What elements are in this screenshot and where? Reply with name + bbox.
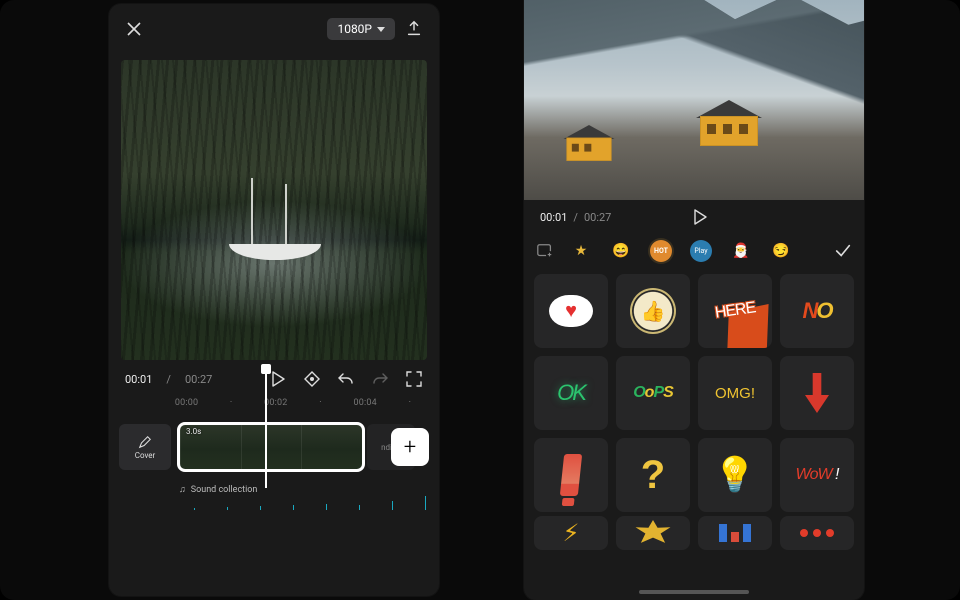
time-separator: / bbox=[573, 211, 578, 224]
preview-mountain bbox=[524, 0, 864, 120]
cat-star-icon[interactable]: ★ bbox=[568, 238, 594, 264]
cat-play-icon[interactable]: Play bbox=[688, 238, 714, 264]
time-current: 00:01 bbox=[125, 373, 152, 386]
playback-controls: 00:01 / 00:27 bbox=[109, 360, 439, 394]
video-preview-2[interactable] bbox=[524, 0, 864, 200]
sticker-question[interactable]: ? bbox=[616, 438, 690, 512]
resolution-label: 1080P bbox=[337, 22, 372, 36]
sticker-bolt[interactable]: ⚡ bbox=[534, 516, 608, 550]
cat-emoji-icon[interactable]: 😄 bbox=[608, 238, 634, 264]
video-clip[interactable]: 3.0s bbox=[177, 422, 365, 472]
resolution-button[interactable]: 1080P bbox=[327, 18, 395, 40]
waveform bbox=[179, 494, 427, 510]
sticker-phone: 00:01 / 00:27 ★ 😄 HOT Play 🎅 😏 HERE NO O… bbox=[524, 0, 864, 600]
home-indicator[interactable] bbox=[639, 590, 749, 594]
stage: 1080P 00:01 / 00:27 bbox=[0, 0, 960, 600]
preview-image bbox=[121, 60, 427, 360]
cat-misc-icon[interactable]: 😏 bbox=[768, 238, 794, 264]
sticker-oops[interactable]: OoPS bbox=[616, 356, 690, 430]
sticker-dots[interactable] bbox=[780, 516, 854, 550]
sticker-categories: ★ 😄 HOT Play 🎅 😏 bbox=[524, 234, 864, 270]
sticker-grid-partial: ⚡ bbox=[524, 512, 864, 550]
undo-icon[interactable] bbox=[337, 370, 355, 388]
sticker-ok[interactable]: OK bbox=[534, 356, 608, 430]
cat-hot-icon[interactable]: HOT bbox=[648, 238, 674, 264]
keyframe-icon[interactable] bbox=[303, 370, 321, 388]
ruler-dot: · bbox=[319, 398, 322, 408]
fullscreen-icon[interactable] bbox=[405, 370, 423, 388]
play-icon[interactable] bbox=[269, 370, 287, 388]
sticker-here[interactable]: HERE bbox=[698, 274, 772, 348]
add-clip-button[interactable]: + bbox=[391, 428, 429, 466]
sticker-nice-thumbs[interactable] bbox=[616, 274, 690, 348]
audio-track[interactable]: ♫ Sound collection bbox=[179, 484, 427, 510]
clip-duration: 3.0s bbox=[186, 427, 201, 436]
sticker-heart-bubble[interactable] bbox=[534, 274, 608, 348]
cover-label: Cover bbox=[135, 451, 156, 460]
playback-controls-2: 00:01 / 00:27 bbox=[524, 200, 864, 234]
sticker-omg[interactable]: OMG! bbox=[698, 356, 772, 430]
ruler-dot: · bbox=[409, 398, 412, 408]
sticker-no[interactable]: NO bbox=[780, 274, 854, 348]
sticker-exclaim[interactable] bbox=[534, 438, 608, 512]
time-current-2: 00:01 bbox=[540, 211, 567, 224]
time-separator: / bbox=[166, 373, 171, 386]
timeline-ruler[interactable]: 00:00 · 00:02 · 00:04 · bbox=[109, 394, 439, 410]
time-total-2: 00:27 bbox=[584, 211, 611, 224]
preview-house bbox=[563, 125, 614, 161]
timeline-track[interactable]: Cover 3.0s nding + bbox=[119, 418, 429, 478]
sticker-arrow-down[interactable] bbox=[780, 356, 854, 430]
preview-image-boat bbox=[219, 228, 339, 278]
cover-button[interactable]: Cover bbox=[119, 424, 171, 470]
editor-topbar: 1080P bbox=[109, 4, 439, 54]
preview-house bbox=[696, 100, 762, 146]
plus-icon: + bbox=[404, 435, 416, 460]
video-preview[interactable] bbox=[121, 60, 427, 360]
play-icon[interactable] bbox=[691, 208, 709, 226]
sticker-lightbulb[interactable]: 💡 bbox=[698, 438, 772, 512]
redo-icon[interactable] bbox=[371, 370, 389, 388]
sticker-burst[interactable] bbox=[616, 516, 690, 550]
confirm-icon[interactable] bbox=[834, 242, 852, 260]
ruler-tick: 00:02 bbox=[264, 398, 287, 408]
ruler-tick: 00:04 bbox=[353, 398, 376, 408]
sticker-bars[interactable] bbox=[698, 516, 772, 550]
editor-phone: 1080P 00:01 / 00:27 bbox=[109, 4, 439, 596]
ruler-dot: · bbox=[230, 398, 233, 408]
sticker-grid: HERE NO OK OoPS OMG! ? 💡 WoW bbox=[524, 270, 864, 512]
chevron-down-icon bbox=[377, 27, 385, 32]
cat-santa-icon[interactable]: 🎅 bbox=[728, 238, 754, 264]
sound-label: Sound collection bbox=[191, 485, 258, 495]
pencil-icon bbox=[138, 435, 152, 449]
close-icon[interactable] bbox=[125, 20, 143, 38]
export-icon[interactable] bbox=[405, 20, 423, 38]
ruler-tick: 00:00 bbox=[175, 398, 198, 408]
sticker-wow[interactable]: WoW bbox=[780, 438, 854, 512]
cat-image-add-icon[interactable] bbox=[536, 242, 554, 260]
playhead[interactable] bbox=[265, 368, 267, 488]
time-total: 00:27 bbox=[185, 373, 212, 386]
